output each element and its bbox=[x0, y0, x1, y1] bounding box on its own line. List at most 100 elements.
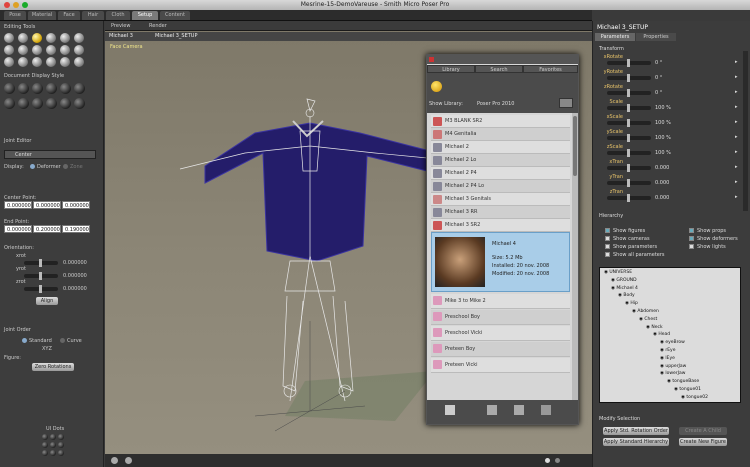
hierarchy-node[interactable]: ◉ Head bbox=[653, 332, 670, 337]
room-tab-material[interactable]: Material bbox=[28, 11, 56, 20]
param-dial[interactable] bbox=[607, 194, 651, 202]
hierarchy-node[interactable]: ◉ tongue01 bbox=[674, 387, 701, 392]
page-dot-icon[interactable] bbox=[545, 458, 550, 463]
editing-tool-icon[interactable] bbox=[74, 45, 84, 55]
editing-tool-icon[interactable] bbox=[74, 33, 84, 43]
param-menu-icon[interactable]: ▸ bbox=[735, 164, 738, 170]
param-value[interactable]: 0 ° bbox=[655, 90, 662, 96]
param-value[interactable]: 100 % bbox=[655, 105, 671, 111]
ui-dot-icon[interactable] bbox=[42, 450, 48, 456]
apply-library-icon[interactable] bbox=[445, 405, 455, 415]
library-options-icon[interactable] bbox=[541, 405, 551, 415]
param-dial[interactable] bbox=[607, 164, 651, 172]
light-toggle-icon[interactable] bbox=[125, 457, 132, 464]
editing-tool-icon[interactable] bbox=[18, 33, 28, 43]
display-style-icon[interactable] bbox=[4, 98, 15, 109]
editing-tool-icon[interactable] bbox=[32, 33, 42, 43]
display-style-icon[interactable] bbox=[74, 98, 85, 109]
display-style-icon[interactable] bbox=[18, 98, 29, 109]
hierarchy-checkbox[interactable] bbox=[689, 244, 694, 249]
editing-tool-icon[interactable] bbox=[46, 33, 56, 43]
library-item[interactable]: Mike 3 to Mike 2 bbox=[431, 294, 570, 309]
hierarchy-node[interactable]: ◉ eyeBrow bbox=[660, 340, 685, 345]
param-menu-icon[interactable]: ▸ bbox=[735, 74, 738, 80]
create-new-figure-button[interactable]: Create New Figure bbox=[679, 438, 727, 446]
editing-tool-icon[interactable] bbox=[46, 45, 56, 55]
curve-radio[interactable] bbox=[60, 338, 65, 343]
page-dot-icon[interactable] bbox=[555, 458, 560, 463]
camera-label[interactable]: Face Camera bbox=[110, 44, 143, 50]
editing-tool-icon[interactable] bbox=[18, 45, 28, 55]
param-menu-icon[interactable]: ▸ bbox=[735, 149, 738, 155]
display-style-icon[interactable] bbox=[32, 83, 43, 94]
library-item[interactable]: Preteen Vicki bbox=[431, 358, 570, 373]
figure-menu[interactable]: Michael 3 bbox=[109, 33, 133, 39]
editing-tool-icon[interactable] bbox=[18, 57, 28, 67]
library-item[interactable]: Michael 2 bbox=[431, 141, 570, 154]
param-menu-icon[interactable]: ▸ bbox=[735, 104, 738, 110]
library-item[interactable]: Michael 2 P4 Lo bbox=[431, 180, 570, 193]
hierarchy-node[interactable]: ◉ tongue02 bbox=[681, 395, 708, 400]
ui-dot-icon[interactable] bbox=[42, 442, 48, 448]
room-tab-cloth[interactable]: Cloth bbox=[106, 11, 130, 20]
library-item[interactable]: Preschool Boy bbox=[431, 310, 570, 325]
apply-std-hierarchy-button[interactable]: Apply Standard Hierarchy bbox=[603, 438, 669, 446]
apply-std-rotation-button[interactable]: Apply Std. Rotation Order bbox=[603, 427, 669, 435]
display-style-icon[interactable] bbox=[4, 83, 15, 94]
hierarchy-node[interactable]: ◉ rEye bbox=[660, 348, 675, 353]
library-item[interactable]: Michael 3 RR bbox=[431, 206, 570, 219]
display-style-icon[interactable] bbox=[74, 83, 85, 94]
center-y-field[interactable]: 0.000000 bbox=[33, 201, 61, 209]
close-window-button[interactable] bbox=[4, 2, 10, 8]
library-item-selected[interactable]: Michael 4 Size: 5.2 Mb Installed: 20 nov. … bbox=[431, 232, 570, 292]
param-value[interactable]: 0.000 bbox=[655, 165, 669, 171]
param-dial[interactable] bbox=[607, 104, 651, 112]
hierarchy-checkbox[interactable] bbox=[605, 244, 610, 249]
minimize-window-button[interactable] bbox=[13, 2, 19, 8]
display-style-icon[interactable] bbox=[32, 98, 43, 109]
render-tab[interactable]: Render bbox=[149, 23, 167, 29]
parameters-tab[interactable]: Parameters bbox=[595, 33, 635, 41]
param-dial[interactable] bbox=[607, 74, 651, 82]
hierarchy-node[interactable]: ◉ lowerJaw bbox=[660, 371, 685, 376]
align-button[interactable]: Align bbox=[36, 297, 58, 305]
ui-dot-icon[interactable] bbox=[42, 434, 48, 440]
orient-x-dial[interactable] bbox=[24, 259, 58, 267]
search-tab[interactable]: Search bbox=[475, 65, 523, 73]
zone-radio[interactable] bbox=[63, 164, 68, 169]
editing-tool-icon[interactable] bbox=[4, 33, 14, 43]
param-value[interactable]: 0 ° bbox=[655, 75, 662, 81]
hierarchy-node[interactable]: ◉ UNIVERSE bbox=[604, 270, 632, 275]
param-value[interactable]: 0 ° bbox=[655, 60, 662, 66]
editing-tool-icon[interactable] bbox=[74, 57, 84, 67]
param-value[interactable]: 100 % bbox=[655, 120, 671, 126]
library-scrollbar[interactable] bbox=[572, 113, 578, 400]
hierarchy-node[interactable]: ◉ lEye bbox=[660, 356, 675, 361]
hierarchy-checkbox[interactable] bbox=[605, 252, 610, 257]
library-item[interactable]: Preteen Boy bbox=[431, 342, 570, 357]
library-lightbulb-icon[interactable] bbox=[431, 81, 442, 92]
show-library-select[interactable]: Poser Pro 2010 bbox=[477, 101, 514, 107]
actor-menu[interactable]: Michael 3_SETUP bbox=[155, 33, 197, 39]
remove-from-library-icon[interactable] bbox=[514, 405, 524, 415]
params-scrollbar[interactable] bbox=[743, 51, 748, 211]
ui-dot-icon[interactable] bbox=[50, 434, 56, 440]
add-to-library-icon[interactable] bbox=[487, 405, 497, 415]
hierarchy-node[interactable]: ◉ Hip bbox=[625, 301, 638, 306]
hierarchy-node[interactable]: ◉ Abdomen bbox=[632, 309, 659, 314]
end-y-field[interactable]: 0.200000 bbox=[33, 225, 61, 233]
param-menu-icon[interactable]: ▸ bbox=[735, 119, 738, 125]
param-dial[interactable] bbox=[607, 119, 651, 127]
zero-rotations-button[interactable]: Zero Rotations bbox=[32, 363, 74, 371]
editing-tool-icon[interactable] bbox=[46, 57, 56, 67]
hierarchy-tree[interactable]: ◉ UNIVERSE ◉ GROUND ◉ Michael 4 ◉ Body ◉ Hip… bbox=[599, 267, 741, 403]
hierarchy-checkbox[interactable] bbox=[689, 228, 694, 233]
editing-tool-icon[interactable] bbox=[60, 45, 70, 55]
ui-dot-icon[interactable] bbox=[58, 450, 64, 456]
hierarchy-node[interactable]: ◉ Michael 4 bbox=[611, 286, 638, 291]
ui-dot-icon[interactable] bbox=[50, 442, 56, 448]
room-tab-content[interactable]: Content bbox=[160, 11, 190, 20]
library-item[interactable]: M3 BLANK SR2 bbox=[431, 115, 570, 128]
room-tab-setup[interactable]: Setup bbox=[132, 11, 158, 20]
hierarchy-node[interactable]: ◉ GROUND bbox=[611, 278, 637, 283]
